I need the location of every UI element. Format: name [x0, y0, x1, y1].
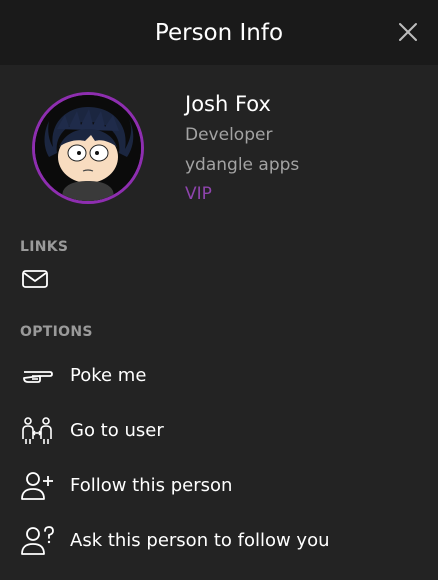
go-to-user-label: Go to user — [70, 420, 164, 441]
follow-person-label: Follow this person — [70, 475, 233, 496]
user-plus-icon — [21, 472, 53, 500]
close-icon — [399, 23, 417, 41]
profile-organization: ydangle apps — [185, 155, 300, 175]
poke-me-label: Poke me — [70, 365, 147, 386]
vip-badge: VIP — [185, 184, 212, 204]
pointing-hand-icon — [23, 371, 53, 383]
profile-name: Josh Fox — [185, 92, 271, 116]
poke-me-option[interactable]: Poke me — [0, 351, 438, 401]
profile-role: Developer — [185, 125, 273, 145]
people-connect-icon — [22, 417, 52, 444]
close-button[interactable] — [394, 18, 422, 46]
person-info-panel: Person Info Josh Fox Developer ydangle a… — [0, 0, 438, 580]
avatar-image — [35, 95, 141, 201]
panel-header: Person Info — [0, 0, 438, 65]
email-link[interactable] — [21, 268, 49, 290]
ask-follow-label: Ask this person to follow you — [70, 530, 330, 551]
mail-icon — [22, 270, 48, 288]
follow-person-option[interactable]: Follow this person — [0, 461, 438, 511]
options-section-label: OPTIONS — [20, 324, 93, 340]
go-to-user-option[interactable]: Go to user — [0, 406, 438, 456]
links-section-label: LINKS — [20, 239, 69, 255]
panel-title: Person Info — [154, 20, 284, 46]
avatar — [32, 92, 144, 204]
ask-follow-option[interactable]: Ask this person to follow you — [0, 516, 438, 566]
user-question-icon — [21, 526, 54, 555]
